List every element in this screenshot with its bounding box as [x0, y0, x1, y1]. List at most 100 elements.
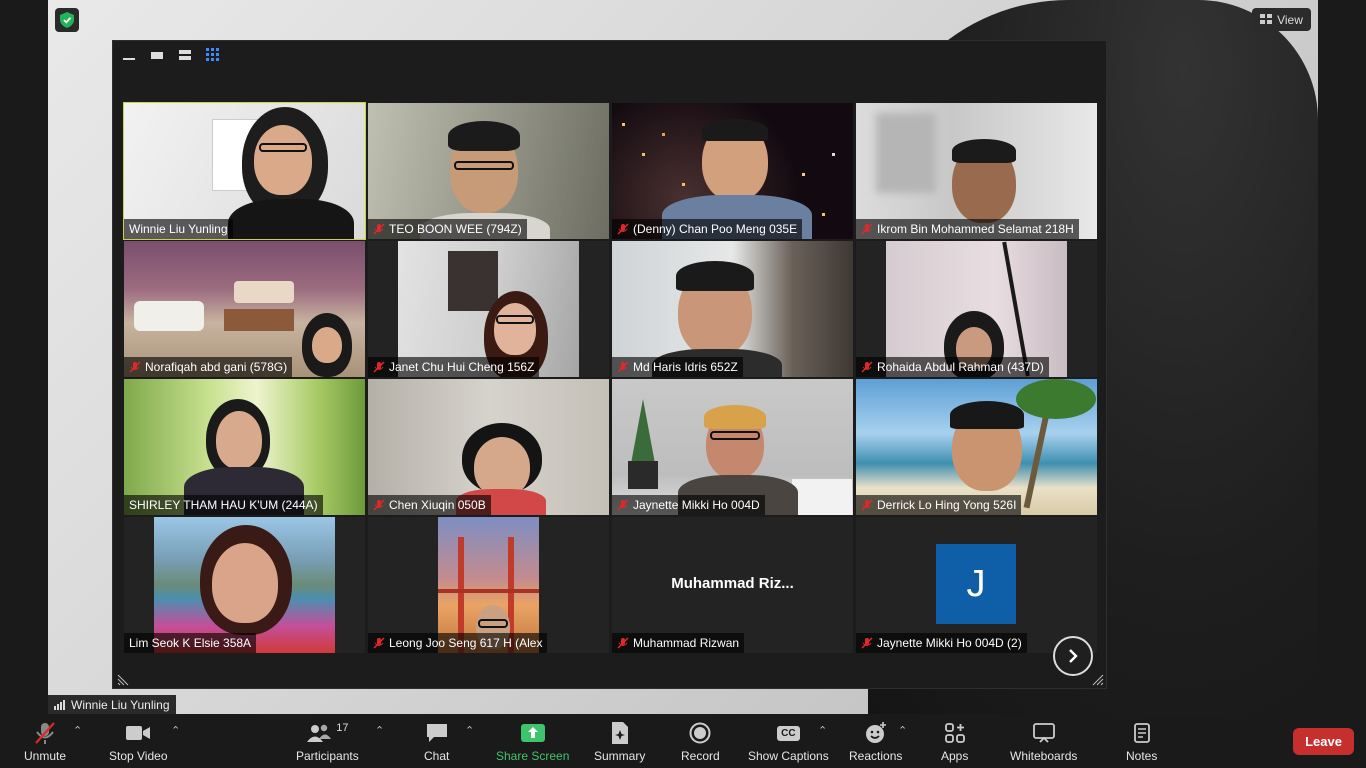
wall-art — [448, 251, 498, 311]
muted-mic-icon — [861, 223, 873, 235]
blurred-background — [876, 113, 936, 193]
resize-handle-icon[interactable] — [117, 674, 129, 686]
unmute-button[interactable]: Unmute — [24, 720, 66, 763]
summary-button[interactable]: Summary — [594, 720, 645, 763]
self-view-label: Winnie Liu Yunling — [48, 695, 176, 714]
participant-tile[interactable]: Ikrom Bin Mohammed Selamat 218H — [856, 103, 1097, 239]
participant-name: TEO BOON WEE (794Z) — [368, 219, 527, 239]
summary-icon — [610, 720, 630, 746]
participants-button[interactable]: 17 Participants — [296, 720, 359, 763]
face — [254, 125, 312, 195]
participants-count: 17 — [336, 722, 349, 734]
bridge-deck — [438, 589, 539, 593]
view-button[interactable]: View — [1252, 8, 1311, 31]
participant-tile[interactable]: Leong Joo Seng 617 H (Alex — [368, 517, 609, 653]
participant-name: Norafiqah abd gani (578G) — [124, 357, 293, 377]
city-lights — [622, 123, 625, 126]
apps-icon — [944, 720, 966, 746]
muted-mic-icon — [861, 361, 873, 373]
stop-video-button[interactable]: Stop Video — [109, 720, 168, 763]
meeting-toolbar: Unmute ⌃ Stop Video ⌃ 17 Participants ⌃ … — [0, 714, 1366, 768]
desk — [792, 479, 852, 515]
face — [216, 411, 262, 469]
muted-mic-icon — [373, 361, 385, 373]
notes-icon — [1133, 720, 1151, 746]
body — [228, 199, 354, 239]
reactions-options-caret[interactable]: ⌃ — [898, 724, 907, 737]
minimize-layout-icon[interactable] — [121, 47, 137, 63]
chat-button[interactable]: Chat — [424, 720, 449, 763]
participant-tile[interactable]: Norafiqah abd gani (578G) — [124, 241, 365, 377]
whiteboards-button[interactable]: Whiteboards — [1010, 720, 1077, 763]
participant-tile[interactable]: Jaynette Mikki Ho 004D — [612, 379, 853, 515]
hair — [448, 121, 520, 151]
left-margin — [0, 0, 48, 714]
participant-name: Jaynette Mikki Ho 004D — [612, 495, 765, 515]
participant-name: SHIRLEY THAM HAU K'UM (244A) — [124, 495, 323, 515]
chat-bubble-icon — [425, 720, 449, 746]
muted-mic-icon — [861, 637, 873, 649]
captions-options-caret[interactable]: ⌃ — [818, 724, 827, 737]
zoom-meeting-window: View Winnie Liu Yunling TEO BOON WEE (79… — [0, 0, 1366, 768]
muted-mic-icon — [373, 223, 385, 235]
record-icon — [689, 720, 711, 746]
share-screen-button[interactable]: Share Screen — [496, 720, 569, 763]
grid-layout-icon[interactable] — [205, 47, 221, 63]
right-margin — [1318, 0, 1366, 714]
participant-tile[interactable]: Chen Xiuqin 050B — [368, 379, 609, 515]
single-layout-icon[interactable] — [149, 47, 165, 63]
participant-tile[interactable]: Rohaida Abdul Rahman (437D) — [856, 241, 1097, 377]
video-options-caret[interactable]: ⌃ — [171, 724, 180, 737]
participant-tile[interactable]: Muhammad Riz... Muhammad Rizwan — [612, 517, 853, 653]
armchair — [234, 281, 294, 303]
palm-leaves — [1016, 379, 1096, 419]
share-screen-icon — [520, 720, 546, 746]
signal-bars-icon — [54, 699, 65, 710]
hair — [950, 401, 1024, 429]
participant-tile[interactable]: SHIRLEY THAM HAU K'UM (244A) — [124, 379, 365, 515]
chat-options-caret[interactable]: ⌃ — [465, 724, 474, 737]
plant — [630, 399, 656, 469]
participant-tile[interactable]: Winnie Liu Yunling — [123, 102, 366, 240]
smiley-icon — [864, 720, 888, 746]
record-button[interactable]: Record — [681, 720, 720, 763]
participant-tile[interactable]: (Denny) Chan Poo Meng 035E — [612, 103, 853, 239]
muted-mic-icon — [617, 361, 629, 373]
resize-handle-icon[interactable] — [1092, 674, 1104, 686]
muted-microphone-icon — [34, 720, 56, 746]
muted-mic-icon — [129, 361, 141, 373]
hair — [676, 261, 754, 291]
muted-mic-icon — [861, 499, 873, 511]
notes-button[interactable]: Notes — [1126, 720, 1157, 763]
video-camera-icon — [125, 720, 151, 746]
participant-name: Janet Chu Hui Cheng 156Z — [368, 357, 540, 377]
security-shield-icon[interactable] — [55, 8, 79, 32]
participant-tile[interactable]: J Jaynette Mikki Ho 004D (2) — [856, 517, 1097, 653]
sofa — [134, 301, 204, 331]
participant-tile[interactable]: TEO BOON WEE (794Z) — [368, 103, 609, 239]
participants-options-caret[interactable]: ⌃ — [375, 724, 384, 737]
leave-button[interactable]: Leave — [1293, 728, 1354, 755]
hair — [952, 139, 1016, 163]
hair — [704, 405, 766, 429]
muted-mic-icon — [373, 499, 385, 511]
participant-tile[interactable]: Md Haris Idris 652Z — [612, 241, 853, 377]
participant-tile[interactable]: Derrick Lo Hing Yong 526I — [856, 379, 1097, 515]
participant-name: Chen Xiuqin 050B — [368, 495, 491, 515]
muted-mic-icon — [617, 499, 629, 511]
strip-layout-icon[interactable] — [177, 47, 193, 63]
face — [474, 437, 530, 497]
next-page-button[interactable] — [1053, 636, 1093, 676]
audio-options-caret[interactable]: ⌃ — [73, 724, 82, 737]
glasses — [478, 619, 508, 628]
apps-button[interactable]: Apps — [941, 720, 968, 763]
participant-tile[interactable]: Janet Chu Hui Cheng 156Z — [368, 241, 609, 377]
plant-pot — [628, 461, 658, 489]
participant-name: Ikrom Bin Mohammed Selamat 218H — [856, 219, 1079, 239]
view-label: View — [1277, 12, 1303, 27]
gallery-view-panel: Winnie Liu Yunling TEO BOON WEE (794Z) (… — [112, 40, 1107, 689]
show-captions-button[interactable]: CC Show Captions — [748, 720, 829, 763]
glasses — [496, 315, 534, 324]
reactions-button[interactable]: Reactions — [849, 720, 902, 763]
participant-tile[interactable]: Lim Seok K Elsie 358A — [124, 517, 365, 653]
